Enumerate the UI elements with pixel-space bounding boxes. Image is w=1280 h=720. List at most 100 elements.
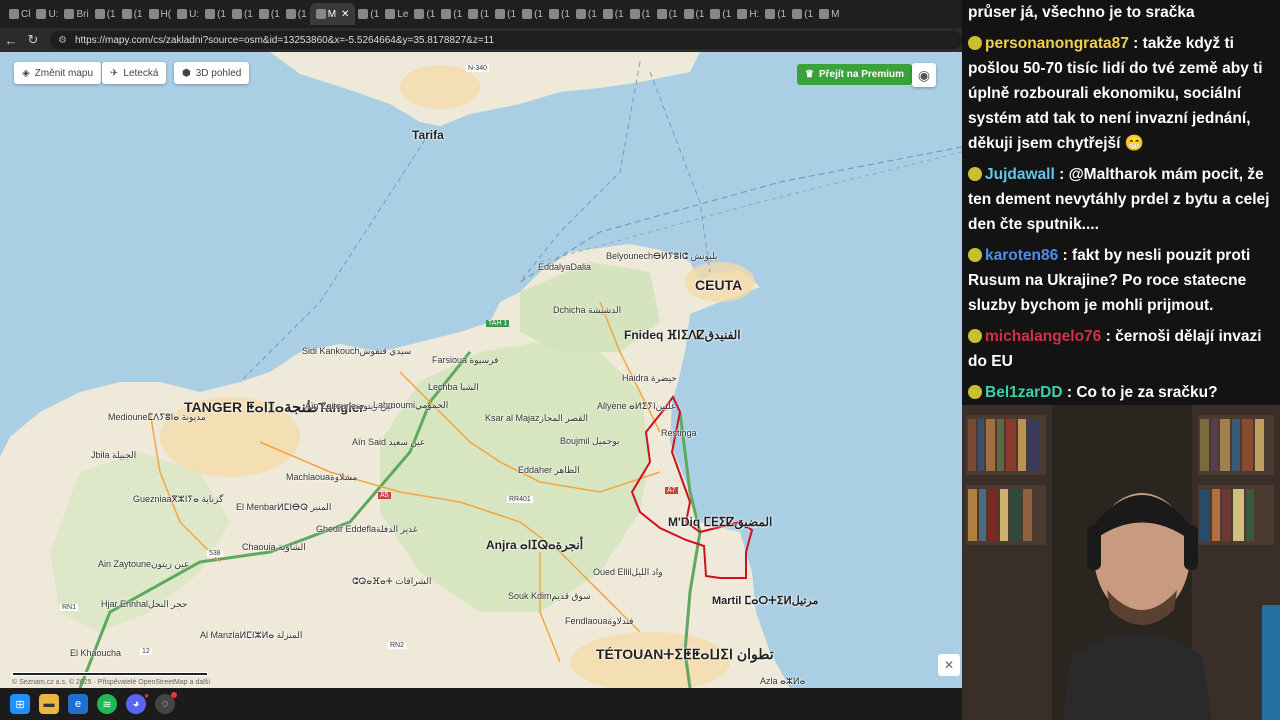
label-souk-kdim-text: Souk Kdim	[508, 591, 552, 601]
browser-tab[interactable]: (1	[546, 3, 573, 25]
browser-tab[interactable]: (1	[119, 3, 146, 25]
browser-tab[interactable]: (1	[229, 3, 256, 25]
browser-tab[interactable]: (1	[789, 3, 816, 25]
label-lechba: Lechba الشبا	[428, 382, 479, 392]
browser-tab[interactable]: H(	[146, 3, 175, 25]
browser-tab[interactable]: (1	[654, 3, 681, 25]
tab-favicon-icon	[258, 9, 269, 19]
label-ksar-al-majaz: Ksar al Majazالقصر المجاز	[485, 413, 588, 424]
chat-username[interactable]: Jujdawall	[985, 166, 1055, 183]
browser-tab[interactable]: (1	[519, 3, 546, 25]
tab-favicon-icon	[231, 9, 242, 19]
browser-tab[interactable]: (1	[681, 3, 708, 25]
label-restinga: Restinga	[661, 428, 697, 438]
label-ghedir-sub: غدير الدفلة	[376, 524, 418, 534]
chat-username[interactable]: michalangelo76	[985, 328, 1101, 345]
browser-tab[interactable]: H:	[734, 3, 762, 25]
3d-view-button[interactable]: ⬢ 3D pohled	[174, 62, 250, 84]
label-ghedir: Ghedir Eddeflaغدير الدفلة	[316, 524, 418, 535]
browser-tab[interactable]: (1	[92, 3, 119, 25]
file-explorer-icon[interactable]: ▬	[39, 694, 59, 714]
back-icon[interactable]: ←	[0, 29, 22, 51]
road-tah1: TAH 1	[486, 320, 510, 327]
locate-button[interactable]: ◉	[912, 63, 936, 87]
browser-tab[interactable]: (1	[627, 3, 654, 25]
browser-tab[interactable]: (1	[355, 3, 382, 25]
label-tetouan-sub: ⵜⵉⵟⵟⴰⵡⵉⵏ تطوان	[663, 646, 774, 662]
tab-favicon-icon	[441, 9, 452, 19]
ruler-icon: ✕	[943, 658, 955, 672]
tab-favicon-icon	[358, 9, 369, 19]
label-eddalya-text: Eddalya	[538, 262, 571, 272]
tab-label: U:	[189, 8, 200, 20]
browser-tab[interactable]: Bri	[61, 3, 91, 25]
map-copyright[interactable]: © Seznam.cz a.s. © 2025 · Přispěvatelé O…	[12, 679, 210, 686]
user-badge-icon	[968, 36, 982, 50]
chat-separator: :	[1054, 166, 1069, 183]
site-info-icon[interactable]: ⚙	[58, 35, 67, 46]
browser-tab[interactable]: (1	[762, 3, 789, 25]
measure-button[interactable]: ✕	[938, 654, 960, 676]
label-hjar-ennhal-text: Hjar Ennhal	[101, 599, 149, 609]
road-rr401: RR401	[507, 496, 533, 503]
browser-tab[interactable]: (1	[411, 3, 438, 25]
map-canvas	[0, 52, 962, 688]
reload-icon[interactable]: ↻	[22, 29, 44, 51]
label-machlaoua: Machlaouaمشلاوة	[286, 472, 357, 483]
browser-tab[interactable]: Le	[382, 3, 411, 25]
user-badge-icon	[968, 385, 982, 399]
label-lahmoumi-text: Lahmoumi	[373, 400, 416, 410]
browser-tab[interactable]: (1	[707, 3, 734, 25]
browser-tab[interactable]: (1	[256, 3, 283, 25]
tab-favicon-icon	[683, 9, 694, 19]
tab-label: (1	[270, 8, 280, 20]
app-notification-badge	[171, 692, 177, 698]
aerial-button[interactable]: ✈ Letecká	[102, 62, 167, 84]
app-icon[interactable]: ◌	[155, 692, 177, 714]
browser-tab[interactable]: (1	[573, 3, 600, 25]
tab-label: (1	[614, 8, 624, 20]
browser-tab[interactable]: (1	[465, 3, 492, 25]
label-eddalya: EddalyaDalia	[538, 262, 591, 272]
browser-tab[interactable]: (1	[438, 3, 465, 25]
browser-tab[interactable]: U:	[33, 3, 61, 25]
browser-tab[interactable]: (1	[202, 3, 229, 25]
browser-tab[interactable]: (1	[492, 3, 519, 25]
browser-tab[interactable]: Cl	[6, 3, 33, 25]
chat-message: karoten86 : fakt by nesli pouzit proti R…	[968, 243, 1274, 318]
browser-window: Cl U: Bri (1 (1 H(U: (1 (1 (1 (1 M ✕ (1 Le (1 (1 (1 (1 (1(…	[0, 0, 962, 688]
change-map-button[interactable]: ◈ Změnit mapu	[14, 62, 102, 84]
spotify-icon[interactable]: ≋	[97, 694, 117, 714]
edge-browser-icon[interactable]: e	[68, 694, 88, 714]
browser-tab[interactable]: (1	[600, 3, 627, 25]
tab-favicon-icon	[285, 9, 296, 19]
tab-favicon-icon	[9, 9, 19, 19]
premium-button[interactable]: ♛ Přejít na Premium	[797, 64, 912, 85]
tab-label: (1	[587, 8, 597, 20]
label-chaouia: Chaouia الشاوية	[242, 542, 306, 552]
browser-tab[interactable]: M ✕	[309, 3, 356, 25]
tab-favicon-icon	[575, 9, 586, 19]
tab-label: Cl	[21, 8, 31, 20]
close-tab-icon[interactable]: ✕	[341, 9, 349, 20]
label-mdiq: M'Diq ⵎⴹⵉⵇالمضيق	[668, 515, 772, 529]
chat-text: takže když ti pošlou 50-70 tisíc lidí do…	[968, 35, 1263, 152]
chat-message: Bel1zarDD : Co to je za sračku?	[968, 380, 1274, 405]
label-sidi-kankouch-text: Sidi Kankouch	[302, 346, 360, 356]
label-anjra-sub: أنجرة	[555, 538, 584, 552]
chat-username[interactable]: Bel1zarDD	[985, 384, 1063, 401]
map-view[interactable]: ◈ Změnit mapu ✈ Letecká ⬢ 3D pohled ♛ Př…	[0, 52, 962, 688]
user-badge-icon	[968, 167, 982, 181]
chat-username[interactable]: personanongrata87	[985, 35, 1129, 52]
url-field[interactable]: ⚙ https://mapy.com/cs/zakladni?source=os…	[50, 31, 962, 49]
label-souk-kdim-sub: سوق قديم	[551, 591, 591, 601]
label-allyene: Allyène ⴰⵍⵉⵢⵏعليين	[597, 401, 676, 412]
browser-tab[interactable]: (1	[283, 3, 310, 25]
chat-username[interactable]: karoten86	[985, 247, 1058, 264]
windows-start-icon[interactable]: ⊞	[10, 694, 30, 714]
browser-tab[interactable]: M	[816, 3, 842, 25]
label-guezniaa-text: Guezniaa	[133, 494, 172, 504]
discord-icon[interactable]: ◕ ●	[126, 691, 149, 714]
browser-tab[interactable]: U:	[174, 3, 202, 25]
label-hjar-ennhal-sub: حجر النحل	[148, 599, 188, 609]
